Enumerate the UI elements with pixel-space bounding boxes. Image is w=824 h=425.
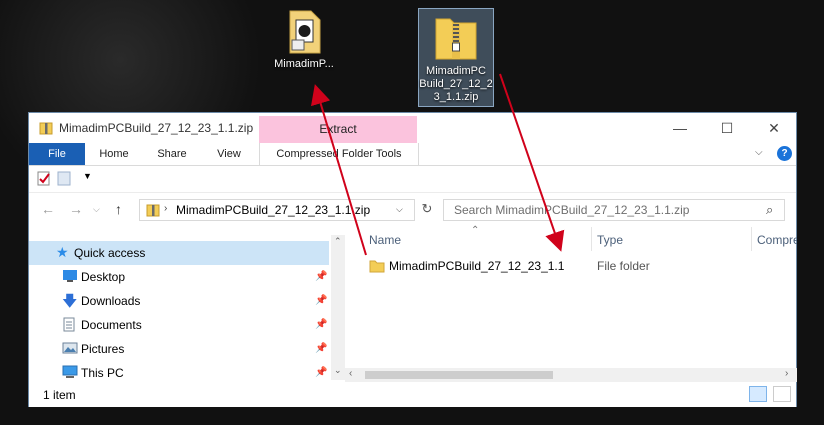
pin-icon[interactable]: 📌 bbox=[315, 295, 327, 306]
properties-icon[interactable] bbox=[37, 171, 51, 186]
nav-item-this-pc[interactable]: This PC 📌 bbox=[29, 361, 329, 385]
scroll-down-icon[interactable]: ⌄ bbox=[334, 365, 342, 376]
table-row[interactable]: MimadimPCBuild_27_12_23_1.1 File folder bbox=[365, 255, 785, 277]
file-list-pane: ⌃ Name Type Compre MimadimPCBuild_27_12_… bbox=[345, 225, 797, 380]
file-name: MimadimPCBuild_27_12_23_1.1 bbox=[389, 259, 565, 273]
horizontal-scrollbar[interactable]: ‹ › bbox=[345, 368, 797, 382]
file-type: File folder bbox=[597, 259, 650, 273]
nav-item-label: Downloads bbox=[81, 294, 141, 308]
quick-access-toolbar: ▼ bbox=[29, 166, 796, 193]
zip-folder-icon bbox=[146, 204, 160, 217]
zip-folder-icon bbox=[39, 122, 53, 135]
minimize-button[interactable]: — bbox=[665, 117, 695, 139]
address-row: ← → ⌵ ↑ › MimadimPCBuild_27_12_23_1.1.zi… bbox=[29, 193, 796, 227]
desktop-icon-label-line1: MimadimPC bbox=[426, 65, 486, 77]
nav-item-desktop[interactable]: Desktop 📌 bbox=[29, 265, 329, 289]
address-bar[interactable]: › MimadimPCBuild_27_12_23_1.1.zip ⌵ bbox=[139, 199, 415, 221]
up-icon[interactable]: ↑ bbox=[115, 201, 122, 217]
nav-item-downloads[interactable]: 🡇 Downloads 📌 bbox=[29, 289, 329, 313]
column-divider[interactable] bbox=[591, 227, 592, 251]
chevron-right-icon[interactable]: › bbox=[164, 203, 167, 214]
search-input[interactable]: Search MimadimPCBuild_27_12_23_1.1.zip ⌕ bbox=[443, 199, 785, 221]
desktop-icon-label-line2: Build_27_12_2 bbox=[419, 78, 493, 90]
nav-item-documents[interactable]: Documents 📌 bbox=[29, 313, 329, 337]
scroll-left-icon[interactable]: ‹ bbox=[349, 368, 352, 379]
desktop-icon-label: MimadimP... bbox=[274, 58, 334, 70]
scroll-right-icon[interactable]: › bbox=[785, 368, 788, 379]
nav-item-label: This PC bbox=[81, 366, 124, 380]
desktop-icon-zip[interactable]: MimadimPC Build_27_12_2 3_1.1.zip bbox=[418, 8, 494, 107]
desktop-icon-exe[interactable]: MimadimP... bbox=[262, 10, 346, 80]
nav-scrollbar[interactable]: ⌃ ⌄ bbox=[331, 235, 345, 380]
back-icon[interactable]: ← bbox=[41, 201, 55, 217]
ribbon-tabs: File Home Share View Compressed Folder T… bbox=[29, 143, 796, 166]
tab-compressed-folder-tools[interactable]: Compressed Folder Tools bbox=[259, 143, 419, 165]
scrollbar-thumb[interactable] bbox=[365, 371, 553, 379]
address-path: MimadimPCBuild_27_12_23_1.1.zip bbox=[176, 203, 371, 217]
folder-icon bbox=[369, 260, 385, 273]
recent-locations-icon[interactable]: ⌵ bbox=[93, 204, 100, 215]
details-view-icon[interactable] bbox=[749, 386, 767, 402]
star-icon: ★ bbox=[56, 244, 69, 260]
nav-item-label: Quick access bbox=[74, 246, 146, 260]
pictures-icon bbox=[62, 342, 78, 354]
customize-toolbar-icon[interactable]: ▼ bbox=[83, 171, 92, 181]
explorer-window: MimadimPCBuild_27_12_23_1.1.zip Extract … bbox=[28, 112, 797, 407]
forward-icon[interactable]: → bbox=[69, 201, 83, 217]
nav-item-label: Documents bbox=[81, 318, 142, 332]
document-icon bbox=[63, 317, 75, 332]
column-divider[interactable] bbox=[751, 227, 752, 251]
item-count: 1 item bbox=[43, 388, 76, 402]
desktop-icon-label-line3: 3_1.1.zip bbox=[433, 91, 479, 103]
expand-ribbon-icon[interactable]: ⌵ bbox=[755, 147, 763, 158]
pin-icon[interactable]: 📌 bbox=[315, 367, 327, 378]
pin-icon[interactable]: 📌 bbox=[315, 271, 327, 282]
address-dropdown-icon[interactable]: ⌵ bbox=[396, 204, 403, 215]
nav-item-pictures[interactable]: Pictures 📌 bbox=[29, 337, 329, 361]
pin-icon[interactable]: 📌 bbox=[315, 343, 327, 354]
tab-file[interactable]: File bbox=[29, 143, 85, 165]
window-title: MimadimPCBuild_27_12_23_1.1.zip bbox=[59, 121, 254, 135]
extract-context-tab[interactable]: Extract bbox=[259, 116, 417, 143]
desktop-icon bbox=[63, 270, 77, 282]
tab-home[interactable]: Home bbox=[91, 143, 137, 165]
pin-icon[interactable]: 📌 bbox=[315, 319, 327, 330]
nav-item-quick-access[interactable]: ★ Quick access bbox=[29, 241, 329, 265]
tab-share[interactable]: Share bbox=[149, 143, 195, 165]
search-icon[interactable]: ⌕ bbox=[766, 202, 773, 218]
refresh-icon[interactable]: ↻ bbox=[417, 201, 437, 221]
close-button[interactable]: ✕ bbox=[759, 117, 789, 139]
help-icon[interactable]: ? bbox=[777, 146, 792, 161]
title-bar[interactable]: MimadimPCBuild_27_12_23_1.1.zip Extract … bbox=[29, 113, 796, 143]
search-placeholder: Search MimadimPCBuild_27_12_23_1.1.zip bbox=[454, 203, 690, 217]
large-icons-view-icon[interactable] bbox=[773, 386, 791, 402]
zip-folder-icon bbox=[434, 13, 478, 63]
new-folder-icon[interactable] bbox=[57, 171, 71, 186]
tab-view[interactable]: View bbox=[207, 143, 251, 165]
computer-icon bbox=[62, 365, 78, 378]
maximize-button[interactable]: ☐ bbox=[712, 117, 742, 139]
installer-file-icon bbox=[289, 10, 321, 54]
status-bar: 1 item bbox=[29, 383, 796, 407]
nav-item-label: Pictures bbox=[81, 342, 125, 356]
nav-item-label: Desktop bbox=[81, 270, 126, 284]
scroll-up-icon[interactable]: ⌃ bbox=[334, 236, 342, 247]
navigation-pane: ★ Quick access Desktop 📌 🡇 Downloads 📌 D… bbox=[29, 235, 345, 380]
